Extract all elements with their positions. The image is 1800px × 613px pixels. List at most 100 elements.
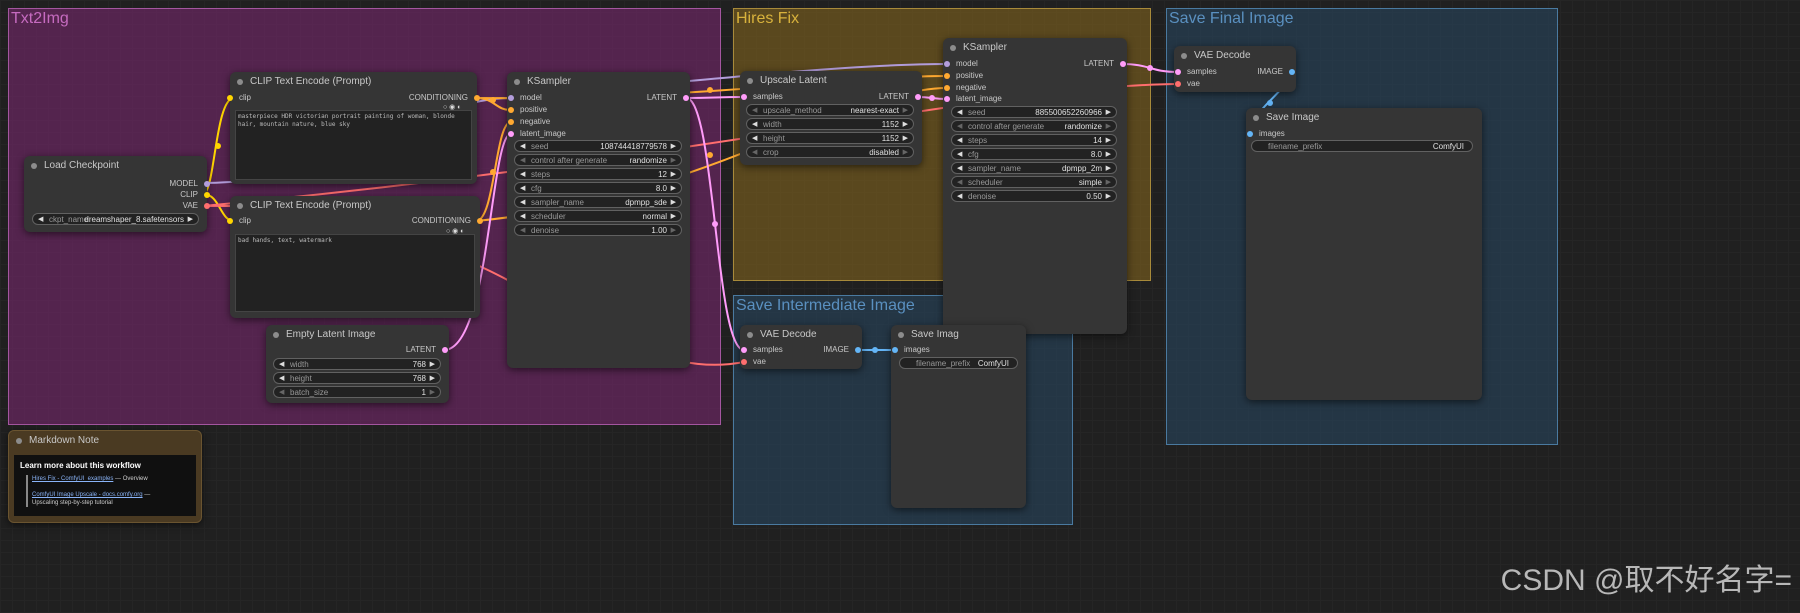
slot-dot-image[interactable] (855, 347, 861, 353)
arrow-left-icon[interactable]: ◀ (752, 105, 757, 117)
width-number[interactable]: ◀ width 1152 ▶ (746, 118, 914, 130)
input-positive[interactable]: positive (944, 70, 1036, 82)
arrow-right-icon[interactable]: ▶ (903, 133, 908, 145)
input-vae[interactable]: vae (1175, 78, 1247, 90)
slot-dot-conditioning[interactable] (477, 218, 483, 224)
node-ksampler-txt2img[interactable]: KSampler model positive negative latent_… (507, 72, 690, 368)
arrow-right-icon[interactable]: ▶ (188, 214, 193, 226)
slot-dot-latent[interactable] (442, 347, 448, 353)
arrow-right-icon[interactable]: ▶ (1106, 191, 1111, 203)
node-upscale-latent[interactable]: Upscale Latent samples LATENT ◀ upscale_m… (740, 71, 922, 165)
height-number[interactable]: ◀ height 768 ▶ (273, 372, 441, 384)
height-number[interactable]: ◀ height 1152 ▶ (746, 132, 914, 144)
slot-dot-clip[interactable] (227, 95, 233, 101)
slot-dot-image[interactable] (1247, 131, 1253, 137)
steps-number[interactable]: ◀ steps 12 ▶ (514, 168, 682, 180)
node-title[interactable]: Empty Latent Image (266, 325, 449, 345)
arrow-right-icon[interactable]: ▶ (430, 359, 435, 371)
arrow-left-icon[interactable]: ◀ (957, 107, 962, 119)
node-title[interactable]: CLIP Text Encode (Prompt) (230, 196, 480, 216)
arrow-left-icon[interactable]: ◀ (957, 163, 962, 175)
slot-dot-latent[interactable] (508, 131, 514, 137)
input-latent-image[interactable]: latent_image (508, 128, 600, 140)
arrow-right-icon[interactable]: ▶ (903, 105, 908, 117)
node-save-image-final[interactable]: Save Image images filename_prefix ComfyUI (1246, 108, 1482, 400)
output-latent[interactable]: LATENT (1034, 58, 1126, 70)
input-negative[interactable]: negative (508, 116, 600, 128)
steps-number[interactable]: ◀ steps 14 ▶ (951, 134, 1117, 146)
slot-dot-latent[interactable] (741, 94, 747, 100)
control-after-generate-combo[interactable]: ◀ control after generate randomize ▶ (951, 120, 1117, 132)
output-image[interactable]: IMAGE (799, 344, 861, 356)
arrow-left-icon[interactable]: ◀ (752, 119, 757, 131)
arrow-left-icon[interactable]: ◀ (520, 197, 525, 209)
arrow-left-icon[interactable]: ◀ (279, 387, 284, 399)
slot-dot-vae[interactable] (1175, 81, 1181, 87)
arrow-left-icon[interactable]: ◀ (957, 135, 962, 147)
arrow-left-icon[interactable]: ◀ (752, 133, 757, 145)
cfg-number[interactable]: ◀ cfg 8.0 ▶ (951, 148, 1117, 160)
input-latent-image[interactable]: latent_image (944, 93, 1036, 105)
arrow-right-icon[interactable]: ▶ (1106, 107, 1111, 119)
input-positive[interactable]: positive (508, 104, 600, 116)
arrow-left-icon[interactable]: ◀ (520, 169, 525, 181)
output-latent[interactable]: LATENT (597, 92, 689, 104)
slot-dot-positive[interactable] (944, 73, 950, 79)
node-title[interactable]: Upscale Latent (740, 71, 922, 91)
output-vae[interactable]: VAE (98, 200, 210, 212)
arrow-left-icon[interactable]: ◀ (38, 214, 43, 226)
arrow-right-icon[interactable]: ▶ (671, 155, 676, 167)
arrow-left-icon[interactable]: ◀ (957, 177, 962, 189)
arrow-right-icon[interactable]: ▶ (671, 183, 676, 195)
sampler-name-combo[interactable]: ◀ sampler_name dpmpp_sde ▶ (514, 196, 682, 208)
arrow-right-icon[interactable]: ▶ (1106, 135, 1111, 147)
node-title[interactable]: CLIP Text Encode (Prompt) (230, 72, 477, 92)
input-images[interactable]: images (1247, 128, 1319, 140)
slot-dot-latent[interactable] (1120, 61, 1126, 67)
arrow-left-icon[interactable]: ◀ (520, 211, 525, 223)
arrow-left-icon[interactable]: ◀ (957, 149, 962, 161)
node-vae-decode-intermediate[interactable]: VAE Decode samples vae IMAGE (740, 325, 862, 369)
arrow-right-icon[interactable]: ▶ (903, 147, 908, 159)
node-save-image-intermediate[interactable]: Save Imag images filename_prefix ComfyUI (891, 325, 1026, 508)
slot-dot-latent[interactable] (1175, 69, 1181, 75)
arrow-right-icon[interactable]: ▶ (1106, 163, 1111, 175)
arrow-right-icon[interactable]: ▶ (671, 197, 676, 209)
denoise-number[interactable]: ◀ denoise 0.50 ▶ (951, 190, 1117, 202)
arrow-left-icon[interactable]: ◀ (957, 121, 962, 133)
slot-dot-vae[interactable] (741, 359, 747, 365)
arrow-right-icon[interactable]: ▶ (671, 141, 676, 153)
node-markdown-note[interactable]: Markdown Note Learn more about this work… (8, 430, 202, 523)
input-samples[interactable]: samples (741, 91, 833, 103)
arrow-right-icon[interactable]: ▶ (903, 119, 908, 131)
output-latent[interactable]: LATENT (829, 91, 921, 103)
sampler-name-combo[interactable]: ◀ sampler_name dpmpp_2m ▶ (951, 162, 1117, 174)
slot-dot-clip[interactable] (204, 192, 210, 198)
width-number[interactable]: ◀ width 768 ▶ (273, 358, 441, 370)
input-clip[interactable]: clip (227, 215, 319, 227)
arrow-left-icon[interactable]: ◀ (279, 359, 284, 371)
prompt-textarea[interactable]: bad hands, text, watermark (235, 234, 475, 312)
arrow-left-icon[interactable]: ◀ (520, 225, 525, 237)
output-conditioning[interactable]: CONDITIONING (351, 215, 483, 227)
arrow-right-icon[interactable]: ▶ (430, 387, 435, 399)
input-vae[interactable]: vae (741, 356, 813, 368)
seed-number[interactable]: ◀ seed 108744418779578 ▶ (514, 140, 682, 152)
scheduler-combo[interactable]: ◀ scheduler normal ▶ (514, 210, 682, 222)
slot-dot-latent[interactable] (741, 347, 747, 353)
output-latent[interactable]: LATENT (336, 344, 448, 356)
control-after-generate-combo[interactable]: ◀ control after generate randomize ▶ (514, 154, 682, 166)
filename-prefix-text[interactable]: filename_prefix ComfyUI (1251, 140, 1473, 152)
slot-dot-image[interactable] (892, 347, 898, 353)
filename-prefix-text[interactable]: filename_prefix ComfyUI (899, 357, 1018, 369)
slot-dot-latent[interactable] (683, 95, 689, 101)
slot-dot-vae[interactable] (204, 203, 210, 209)
input-model[interactable]: model (944, 58, 1036, 70)
arrow-right-icon[interactable]: ▶ (671, 211, 676, 223)
link-image-upscale[interactable]: ComfyUI Image Upscale - docs.comfy.org (32, 492, 143, 498)
seed-number[interactable]: ◀ seed 885500652260966 ▶ (951, 106, 1117, 118)
slot-dot-conditioning[interactable] (474, 95, 480, 101)
node-title[interactable]: Load Checkpoint (24, 156, 207, 176)
slot-dot-model[interactable] (204, 181, 210, 187)
slot-dot-image[interactable] (1289, 69, 1295, 75)
